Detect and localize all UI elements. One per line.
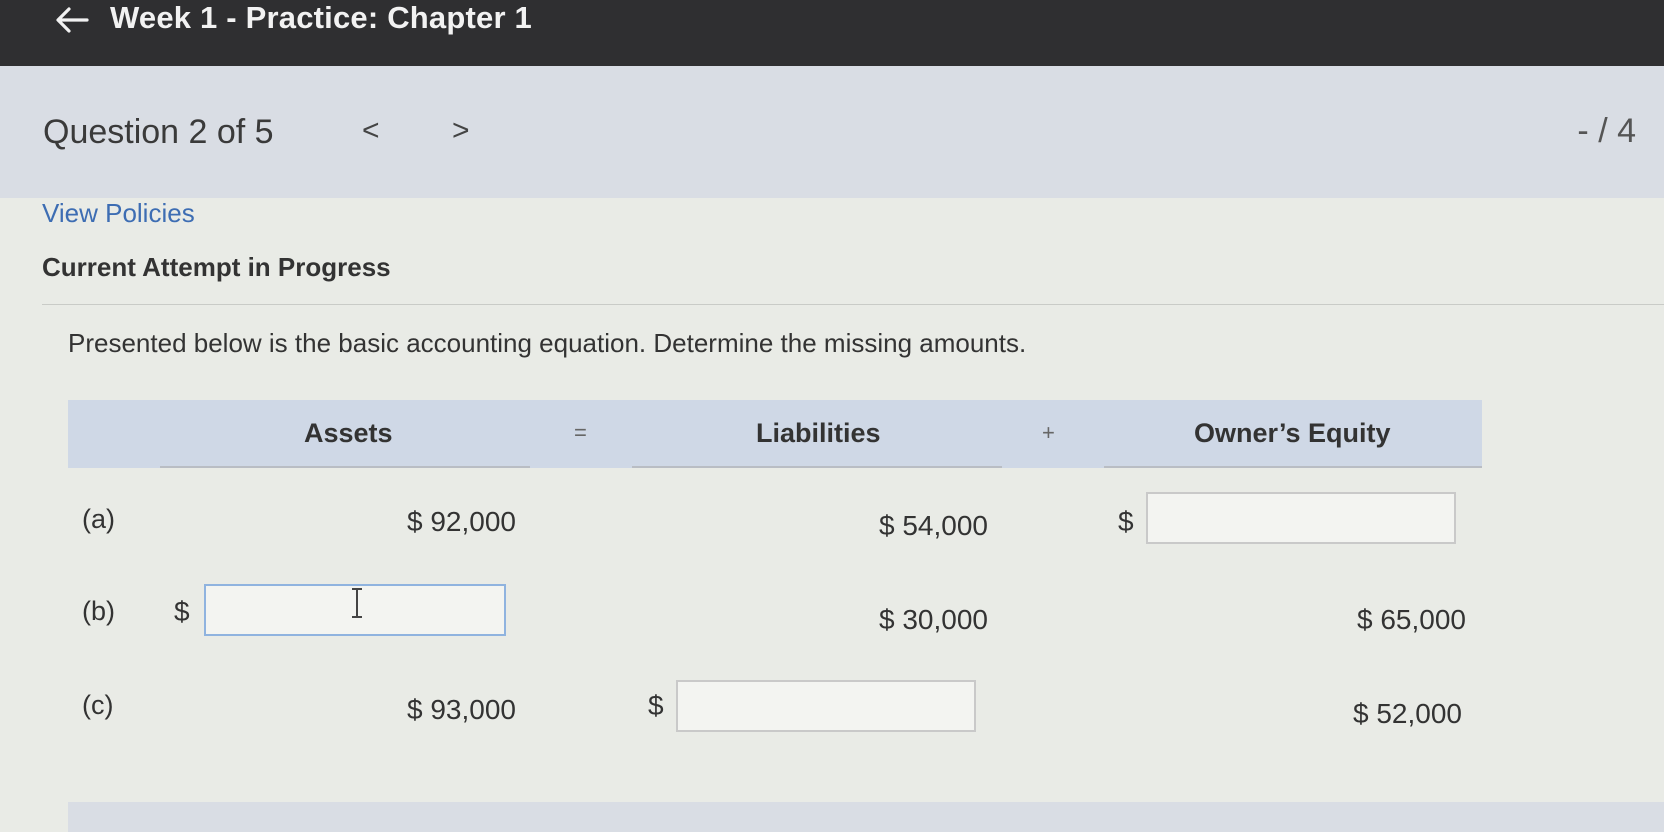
- next-question-button[interactable]: >: [452, 116, 470, 146]
- row-b-assets-currency: $: [174, 596, 190, 627]
- row-c-liabilities-currency: $: [648, 690, 664, 721]
- question-counter: Question 2 of 5: [43, 113, 274, 151]
- row-c-assets: $ 93,000: [407, 694, 516, 725]
- prev-question-button[interactable]: <: [362, 116, 380, 146]
- assignment-title: Week 1 - Practice: Chapter 1: [110, 0, 532, 35]
- view-policies-link[interactable]: View Policies: [42, 198, 195, 229]
- top-bar: Week 1 - Practice: Chapter 1: [0, 0, 1664, 66]
- row-c-liabilities-input[interactable]: [676, 680, 976, 732]
- divider: [42, 304, 1664, 305]
- liabilities-underline: [632, 466, 1002, 468]
- next-section-card: [68, 802, 1664, 832]
- equals-sign: =: [574, 420, 587, 445]
- row-label-a: (a): [82, 504, 115, 534]
- row-b-equity: $ 65,000: [1357, 604, 1466, 635]
- row-b-liabilities: $ 30,000: [879, 604, 988, 635]
- plus-sign: +: [1042, 420, 1055, 445]
- row-a-liabilities: $ 54,000: [879, 510, 988, 541]
- back-button[interactable]: [52, 2, 92, 38]
- column-assets: Assets: [304, 418, 393, 448]
- text-cursor-icon: [352, 588, 362, 618]
- row-a-equity-currency: $: [1118, 506, 1134, 537]
- attempt-status: Current Attempt in Progress: [42, 252, 391, 282]
- row-a-equity-input[interactable]: [1146, 492, 1456, 544]
- row-label-b: (b): [82, 596, 115, 626]
- question-prompt: Presented below is the basic accounting …: [68, 328, 1027, 358]
- assets-underline: [160, 466, 530, 468]
- arrow-left-icon: [56, 7, 89, 33]
- row-c-equity: $ 52,000: [1353, 698, 1462, 729]
- row-label-c: (c): [82, 690, 114, 720]
- column-owners-equity: Owner’s Equity: [1194, 418, 1391, 448]
- row-a-assets: $ 92,000: [407, 506, 516, 537]
- question-score: - / 4: [1577, 112, 1636, 150]
- column-liabilities: Liabilities: [756, 418, 881, 448]
- equity-underline: [1104, 466, 1482, 468]
